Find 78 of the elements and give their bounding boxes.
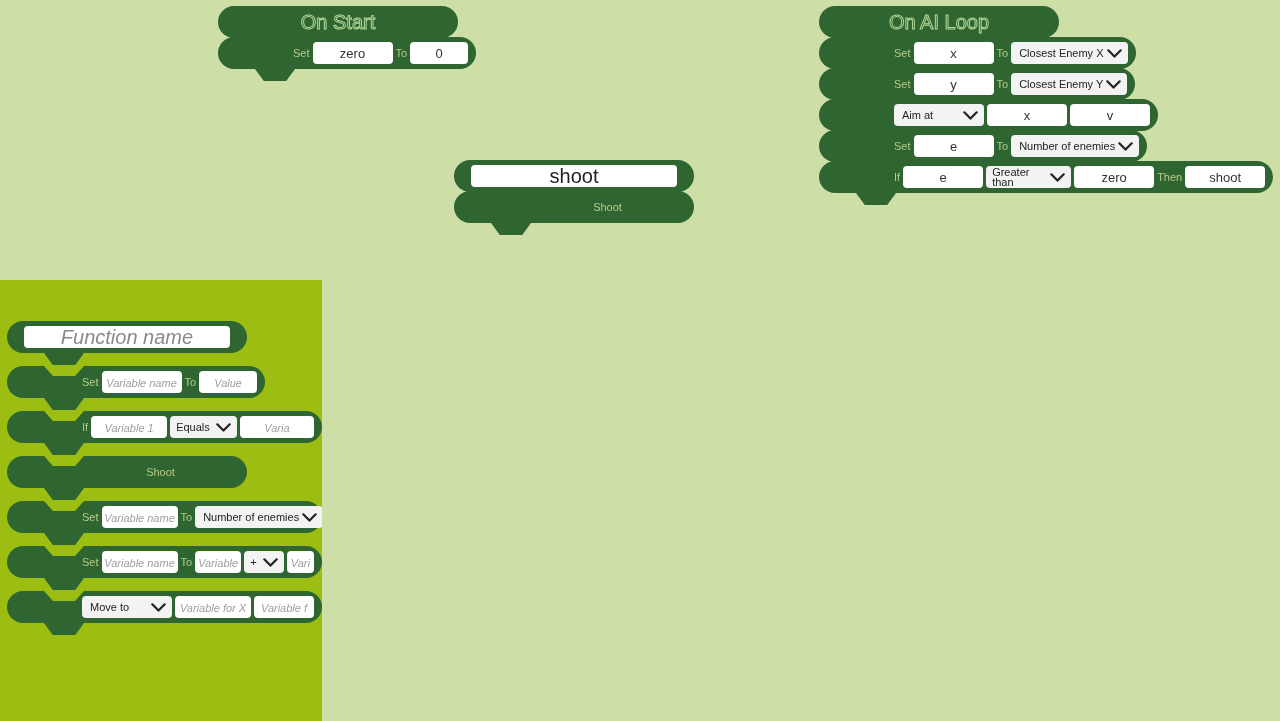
block-label: Set [894, 46, 911, 60]
chevron-down-icon [1118, 141, 1134, 151]
text-input[interactable]: Variable f [254, 596, 314, 618]
block-label: To [996, 46, 1009, 60]
chevron-down-icon [151, 602, 166, 612]
dropdown[interactable]: Closest Enemy X [1011, 42, 1128, 64]
chevron-down-icon [1106, 48, 1122, 58]
text-input[interactable]: e [913, 135, 994, 157]
block-label: To [395, 46, 408, 60]
code-block[interactable]: Shoot [454, 191, 694, 235]
block-label: To [996, 77, 1009, 91]
code-block[interactable]: Aim at x v [819, 99, 1158, 131]
code-block[interactable]: If Variable 1 Equals Varia [7, 411, 322, 455]
dropdown[interactable]: Closest Enemy Y [1011, 73, 1128, 95]
event-block[interactable]: Function name [7, 321, 247, 365]
code-block[interactable]: If e Greater than zero Then shoot [819, 161, 1274, 205]
text-input[interactable]: y [913, 73, 994, 95]
text-input[interactable]: Variable [195, 551, 242, 573]
operator-dropdown[interactable]: + [244, 551, 284, 573]
code-block[interactable]: Set zero To 0 [218, 37, 477, 81]
code-block[interactable]: Set y To Closest Enemy Y [819, 68, 1136, 100]
block-label: Then [1157, 170, 1183, 184]
text-input[interactable]: zero [1074, 166, 1155, 188]
block-label: Shoot [593, 200, 622, 214]
block-label: Set [82, 510, 99, 524]
block-label: To [996, 139, 1009, 153]
text-input[interactable]: Variable 1 [91, 416, 168, 438]
code-block[interactable]: Set Variable name To Value [7, 366, 266, 410]
block-label: Shoot [146, 465, 175, 479]
chevron-down-icon [262, 557, 278, 567]
block-label: Set [82, 375, 99, 389]
text-input[interactable]: Value [199, 371, 258, 393]
chevron-down-icon [215, 422, 231, 432]
chevron-down-icon [1106, 79, 1122, 89]
code-block[interactable]: Set e To Number of enemies [819, 130, 1148, 162]
text-input[interactable]: Varia [239, 416, 314, 438]
block-label: To [180, 555, 193, 569]
code-block[interactable]: Set Variable name To Number of enemies [7, 501, 322, 545]
event-block[interactable]: On AI Loop [819, 6, 1059, 38]
dropdown[interactable]: Number of enemies [195, 506, 322, 528]
code-block[interactable]: Shoot [7, 456, 247, 500]
text-input[interactable]: 0 [410, 42, 469, 64]
function-name-input[interactable]: shoot [471, 165, 677, 187]
text-input[interactable]: e [903, 166, 984, 188]
code-block[interactable]: Move to Variable for X Variable f [7, 591, 322, 635]
function-name-input[interactable]: Function name [24, 326, 230, 348]
chevron-down-icon [302, 512, 318, 522]
text-input[interactable]: zero [312, 42, 393, 64]
block-label: Set [894, 139, 911, 153]
text-input[interactable]: v [1070, 104, 1150, 126]
text-input[interactable]: Variable for X [175, 596, 251, 618]
text-input[interactable]: shoot [1185, 166, 1266, 188]
text-input[interactable]: x [987, 104, 1067, 126]
event-title: On Start [300, 10, 376, 34]
text-input[interactable]: Variable name [101, 371, 182, 393]
event-title: On AI Loop [888, 10, 990, 34]
event-block[interactable]: On Start [218, 6, 458, 38]
chevron-down-icon [963, 110, 978, 120]
block-label: To [180, 510, 193, 524]
block-label: If [82, 420, 89, 434]
block-label: Set [894, 77, 911, 91]
dropdown[interactable]: Aim at [894, 104, 984, 126]
code-block[interactable]: Set x To Closest Enemy X [819, 37, 1136, 69]
chevron-down-icon [1050, 172, 1066, 182]
block-label: If [894, 170, 901, 184]
operator-dropdown[interactable]: Equals [170, 416, 237, 438]
text-input[interactable]: Variable name [101, 551, 178, 573]
event-block[interactable]: shoot [454, 160, 694, 192]
text-input[interactable]: x [913, 42, 994, 64]
dropdown[interactable]: Move to [82, 596, 172, 618]
block-label: To [184, 375, 197, 389]
code-block[interactable]: Set Variable name To Variable + Vari [7, 546, 322, 590]
block-label: Set [293, 46, 310, 60]
text-input[interactable]: Variable name [101, 506, 178, 528]
operator-dropdown[interactable]: Greater than [986, 166, 1072, 188]
block-label: Set [82, 555, 99, 569]
dropdown[interactable]: Number of enemies [1011, 135, 1140, 157]
text-input[interactable]: Vari [286, 551, 314, 573]
